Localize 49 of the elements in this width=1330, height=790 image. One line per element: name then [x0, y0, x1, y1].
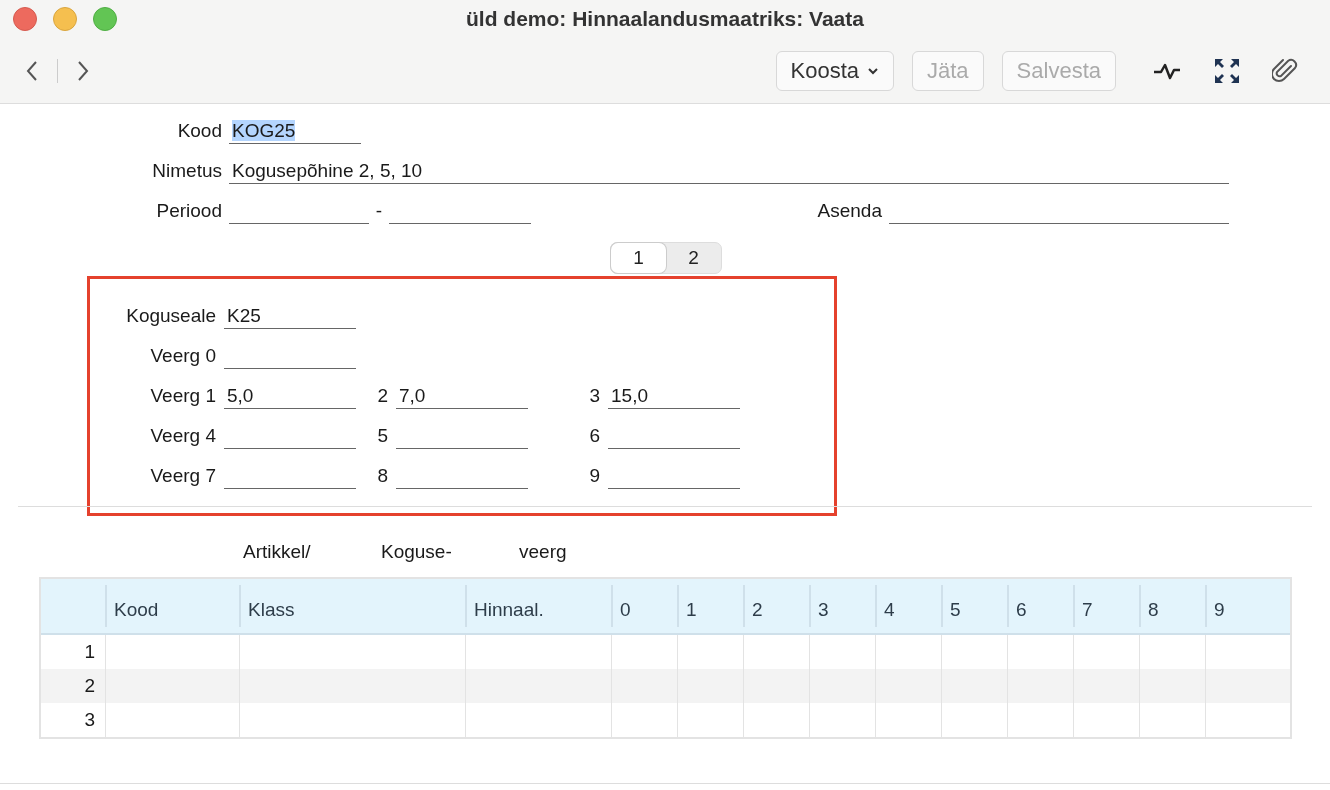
- field-label: 6: [588, 424, 601, 448]
- field-label: Veerg 7: [149, 464, 217, 488]
- text-field[interactable]: 15,0: [608, 383, 740, 409]
- page-tab[interactable]: 1: [611, 243, 666, 273]
- koosta-menu-button[interactable]: Koosta: [775, 50, 894, 91]
- field-label: Koguseale: [125, 304, 217, 328]
- row-number: 2: [83, 674, 96, 698]
- field-label: Veerg 1: [149, 384, 217, 408]
- column-header[interactable]: 8: [1139, 585, 1205, 627]
- column-header[interactable]: 3: [809, 585, 875, 627]
- field-label: Periood: [155, 199, 223, 223]
- column-header[interactable]: 7: [1073, 585, 1139, 627]
- text-field[interactable]: 7,0: [396, 383, 528, 409]
- column-header[interactable]: Klass: [239, 585, 465, 627]
- field-label: Kood: [176, 119, 223, 143]
- column-group-label: veerg: [519, 541, 568, 564]
- text-field[interactable]: 5,0: [224, 383, 356, 409]
- column-header[interactable]: 1: [677, 585, 743, 627]
- column-header[interactable]: 6: [1007, 585, 1073, 627]
- expand-icon[interactable]: [1214, 57, 1240, 84]
- field-label: 5: [376, 424, 389, 448]
- text-field[interactable]: Kogusepõhine 2, 5, 10: [229, 158, 1229, 184]
- column-group-label: Koguse-: [381, 541, 453, 564]
- field-label: 2: [376, 384, 389, 408]
- column-header[interactable]: Hinnaal.: [465, 585, 611, 627]
- column-group-label: Artikkel/: [243, 541, 312, 564]
- page-tab[interactable]: 2: [666, 243, 721, 273]
- column-header[interactable]: 0: [611, 585, 677, 627]
- field-label: 3: [588, 384, 601, 408]
- field-label: Veerg 0: [149, 344, 217, 368]
- column-header[interactable]: 4: [875, 585, 941, 627]
- paperclip-icon[interactable]: [1272, 56, 1298, 85]
- range-separator: -: [374, 199, 384, 223]
- column-header[interactable]: 2: [743, 585, 809, 627]
- field-label: Veerg 4: [149, 424, 217, 448]
- text-field[interactable]: K25: [224, 303, 356, 329]
- field-label: 9: [588, 464, 601, 488]
- row-number: 3: [83, 708, 96, 732]
- column-header[interactable]: Kood: [105, 585, 239, 627]
- text-field[interactable]: KOG25: [229, 118, 361, 144]
- column-header[interactable]: 9: [1205, 585, 1291, 627]
- field-label: Asenda: [816, 199, 883, 223]
- field-label: Nimetus: [151, 159, 223, 183]
- column-header[interactable]: 5: [941, 585, 1007, 627]
- close-window-button[interactable]: [13, 7, 37, 31]
- window-title: üld demo: Hinnaalandusmaatriks: Vaata: [465, 7, 865, 31]
- row-number: 1: [83, 640, 96, 664]
- caret-icon: [867, 66, 879, 75]
- field-label: 8: [376, 464, 389, 488]
